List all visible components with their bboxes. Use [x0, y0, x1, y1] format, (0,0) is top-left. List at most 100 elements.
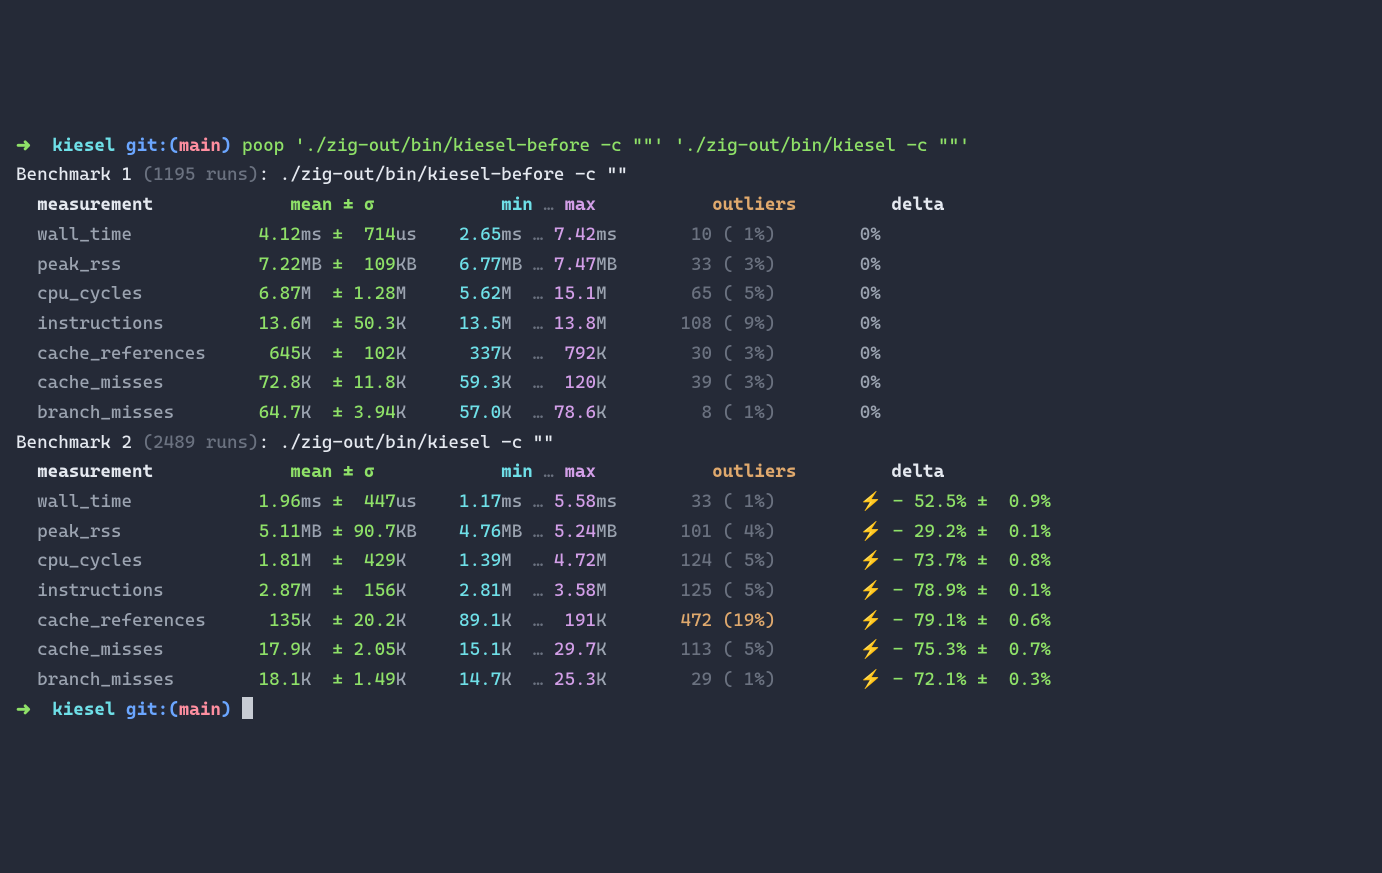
- delta-value: 0%: [860, 224, 881, 245]
- outlier-count: 101: [680, 521, 712, 542]
- outlier-count: 33: [680, 254, 712, 275]
- table-row: cache_references 645K ± 102K 337K … 792K…: [16, 339, 1366, 369]
- measurement-name: cpu_cycles: [37, 283, 227, 304]
- max-value: 78.6: [554, 402, 596, 423]
- max-value: 29.7: [554, 639, 596, 660]
- mean-value: 5.11: [259, 521, 301, 542]
- measurement-name: instructions: [37, 313, 227, 334]
- table-row: peak_rss 7.22MB ± 109KB 6.77MB … 7.47MB …: [16, 250, 1366, 280]
- outlier-pct: ( 3%): [723, 372, 776, 393]
- measurement-name: cpu_cycles: [37, 550, 227, 571]
- min-value: 1.39: [459, 550, 501, 571]
- min-value: 2.65: [459, 224, 501, 245]
- cursor-icon[interactable]: [242, 697, 253, 719]
- mean-value: 6.87: [259, 283, 301, 304]
- delta-err: 0.3%: [1009, 669, 1051, 690]
- table-header: measurement mean ± σ min … max outliers …: [16, 457, 1366, 487]
- outlier-pct: ( 5%): [723, 550, 776, 571]
- table-row: instructions 13.6M ± 50.3K 13.5M … 13.8M…: [16, 309, 1366, 339]
- max-value: 191: [554, 610, 596, 631]
- outlier-pct: ( 1%): [723, 491, 776, 512]
- mean-value: 17.9: [259, 639, 301, 660]
- prompt-line: ➜ kiesel git:(main) poop './zig-out/bin/…: [16, 131, 1366, 161]
- outlier-pct: ( 5%): [723, 580, 776, 601]
- outlier-count: 113: [680, 639, 712, 660]
- delta-value: 0%: [860, 283, 881, 304]
- max-value: 120: [554, 372, 596, 393]
- measurement-name: wall_time: [37, 224, 227, 245]
- max-value: 7.42: [554, 224, 596, 245]
- delta-value: 0%: [860, 372, 881, 393]
- outlier-count: 10: [680, 224, 712, 245]
- min-value: 13.5: [459, 313, 501, 334]
- max-value: 5.24: [554, 521, 596, 542]
- sigma-value: 1.28: [354, 283, 396, 304]
- min-value: 59.3: [459, 372, 501, 393]
- sigma-value: 2.05: [354, 639, 396, 660]
- mean-value: 135: [259, 610, 301, 631]
- delta-err: 0.1%: [1009, 580, 1051, 601]
- delta-value: - 29.2%: [893, 521, 967, 542]
- min-value: 15.1: [459, 639, 501, 660]
- bolt-icon: ⚡: [860, 491, 882, 512]
- sigma-value: 50.3: [354, 313, 396, 334]
- outlier-count: 8: [680, 402, 712, 423]
- git-close: ): [221, 135, 232, 156]
- outlier-count: 108: [680, 313, 712, 334]
- sigma-value: 447: [354, 491, 396, 512]
- delta-value: 0%: [860, 254, 881, 275]
- min-value: 57.0: [459, 402, 501, 423]
- max-value: 3.58: [554, 580, 596, 601]
- bolt-icon: ⚡: [860, 521, 882, 542]
- outlier-count: 39: [680, 372, 712, 393]
- mean-value: 4.12: [259, 224, 301, 245]
- sigma-value: 90.7: [354, 521, 396, 542]
- prompt-dir: kiesel: [52, 135, 115, 156]
- delta-value: 0%: [860, 313, 881, 334]
- outlier-pct: ( 1%): [723, 224, 776, 245]
- table-row: cpu_cycles 6.87M ± 1.28M 5.62M … 15.1M 6…: [16, 279, 1366, 309]
- measurement-name: cache_references: [37, 343, 227, 364]
- git-label: git:(: [126, 135, 179, 156]
- measurement-name: cache_misses: [37, 639, 227, 660]
- outlier-count: 472: [680, 610, 712, 631]
- max-value: 5.58: [554, 491, 596, 512]
- mean-value: 2.87: [259, 580, 301, 601]
- table-row: wall_time 1.96ms ± 447us 1.17ms … 5.58ms…: [16, 487, 1366, 517]
- mean-value: 645: [259, 343, 301, 364]
- table-header: measurement mean ± σ min … max outliers …: [16, 190, 1366, 220]
- table-row: wall_time 4.12ms ± 714us 2.65ms … 7.42ms…: [16, 220, 1366, 250]
- min-value: 1.17: [459, 491, 501, 512]
- mean-value: 72.8: [259, 372, 301, 393]
- outlier-pct: ( 5%): [723, 283, 776, 304]
- min-value: 2.81: [459, 580, 501, 601]
- mean-value: 64.7: [259, 402, 301, 423]
- max-value: 25.3: [554, 669, 596, 690]
- bolt-icon: ⚡: [860, 639, 882, 660]
- sigma-value: 109: [354, 254, 396, 275]
- delta-value: - 72.1%: [893, 669, 967, 690]
- bolt-icon: ⚡: [860, 669, 882, 690]
- table-row: peak_rss 5.11MB ± 90.7KB 4.76MB … 5.24MB…: [16, 517, 1366, 547]
- prompt-arrow: ➜: [16, 135, 31, 156]
- min-value: 14.7: [459, 669, 501, 690]
- min-value: 337: [459, 343, 501, 364]
- git-branch: main: [179, 699, 221, 720]
- outlier-count: 29: [680, 669, 712, 690]
- sigma-value: 102: [354, 343, 396, 364]
- terminal-output[interactable]: ➜ kiesel git:(main) poop './zig-out/bin/…: [16, 131, 1366, 725]
- sigma-value: 20.2: [354, 610, 396, 631]
- mean-value: 13.6: [259, 313, 301, 334]
- outlier-count: 124: [680, 550, 712, 571]
- bolt-icon: ⚡: [860, 550, 882, 571]
- delta-value: - 52.5%: [893, 491, 967, 512]
- measurement-name: cache_misses: [37, 372, 227, 393]
- delta-err: 0.7%: [1009, 639, 1051, 660]
- delta-value: 0%: [860, 343, 881, 364]
- delta-value: - 79.1%: [893, 610, 967, 631]
- table-row: cache_misses 17.9K ± 2.05K 15.1K … 29.7K…: [16, 635, 1366, 665]
- outlier-count: 30: [680, 343, 712, 364]
- delta-err: 0.6%: [1009, 610, 1051, 631]
- min-value: 4.76: [459, 521, 501, 542]
- git-close: ): [221, 699, 232, 720]
